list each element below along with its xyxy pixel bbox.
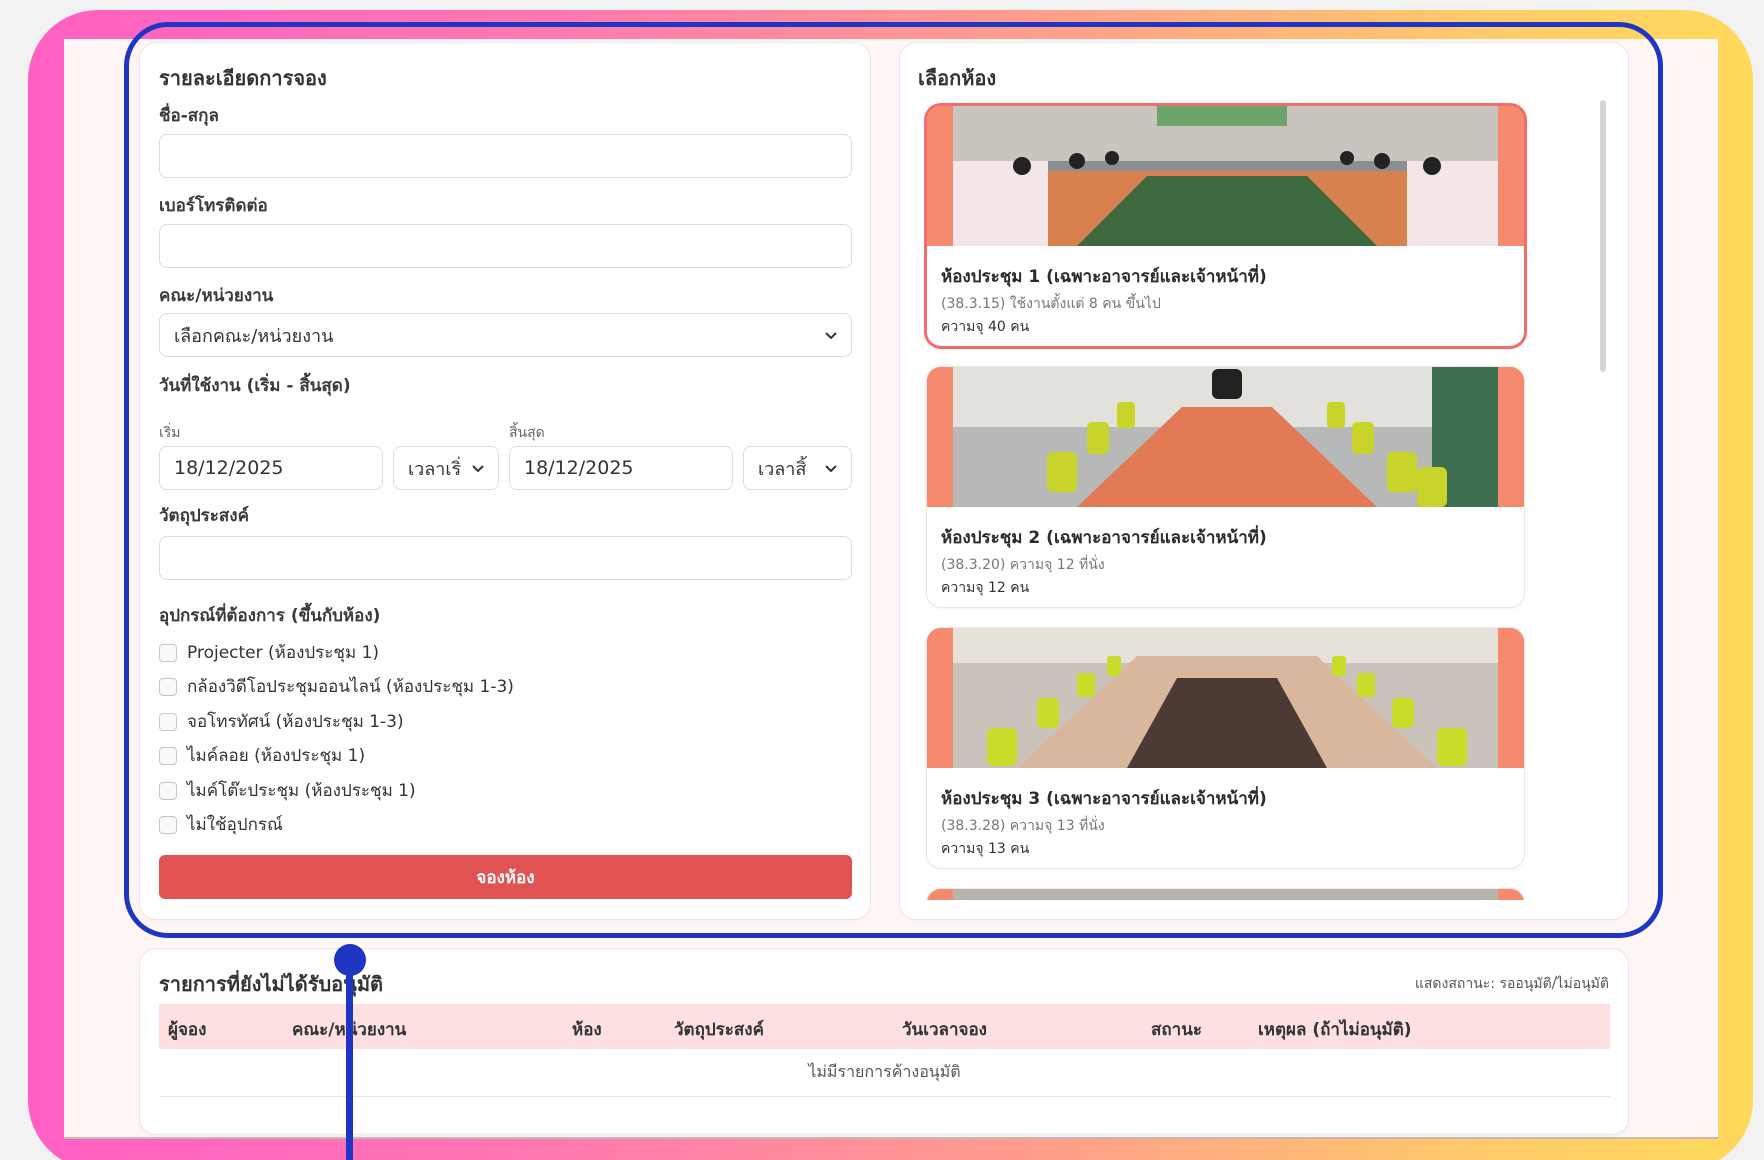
empty-message: ไม่มีรายการค้างอนุมัติ	[808, 1062, 961, 1081]
pending-empty-row: ไม่มีรายการค้างอนุมัติ	[159, 1049, 1610, 1097]
column-header: ห้อง	[572, 1020, 602, 1040]
highlight-box	[124, 22, 1663, 938]
column-header: เหตุผล (ถ้าไม่อนุมัติ)	[1258, 1020, 1412, 1040]
column-header: วันเวลาจอง	[902, 1020, 987, 1040]
pending-table-header: ผู้จอง คณะ/หน่วยงาน ห้อง วัตถุประสงค์ วั…	[159, 1004, 1610, 1049]
column-header: สถานะ	[1151, 1020, 1202, 1040]
annotation-pointer-line	[346, 960, 353, 1160]
column-header: วัตถุประสงค์	[674, 1020, 764, 1040]
pending-status-note: แสดงสถานะ: รออนุมัติ/ไม่อนุมัติ	[1414, 976, 1609, 992]
column-header: ผู้จอง	[168, 1020, 207, 1040]
annotation-pointer-dot	[334, 944, 366, 976]
